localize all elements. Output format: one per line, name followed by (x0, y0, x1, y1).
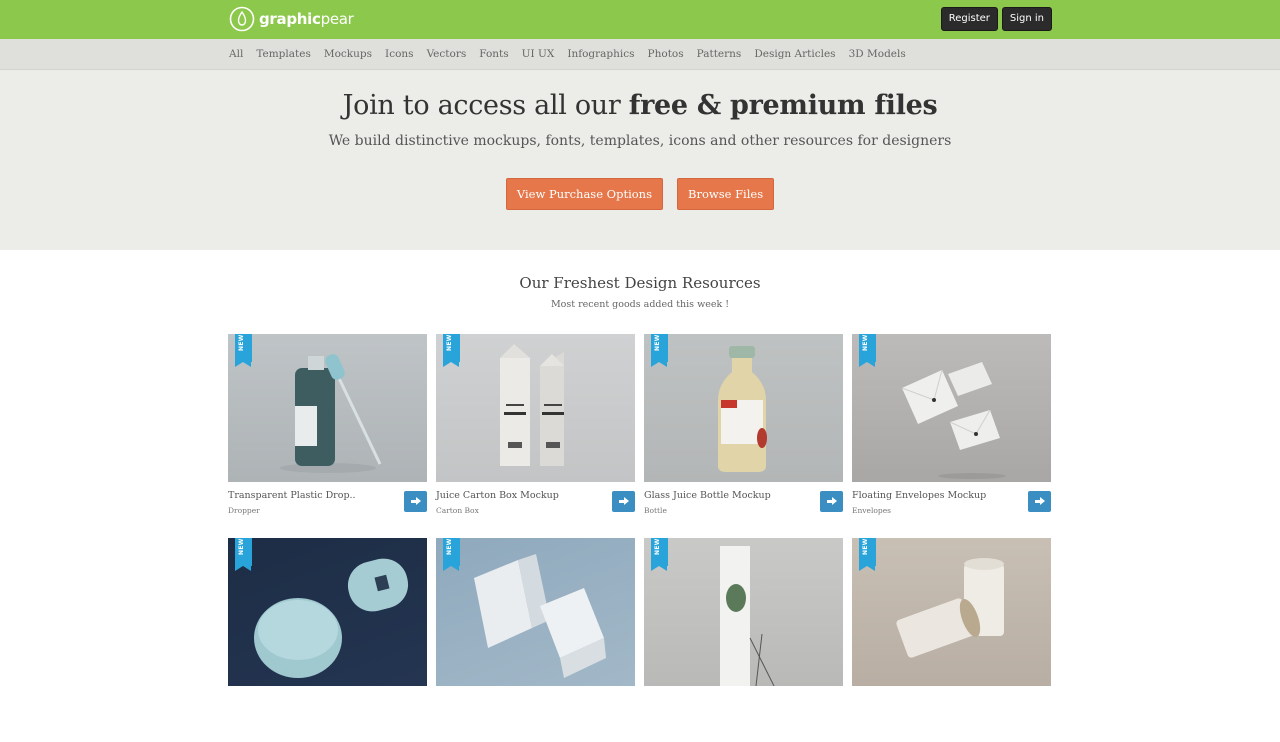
product-card: NEW Glass Juice Bottle Mockup Bottle (644, 334, 843, 538)
pear-logo-icon (229, 6, 255, 32)
new-badge-label: NEW (446, 538, 453, 555)
product-thumbnail[interactable]: NEW (644, 334, 843, 482)
arrow-right-icon[interactable] (1028, 491, 1051, 512)
nav-item-fonts[interactable]: Fonts (479, 48, 508, 60)
hero-title-light: Join to access all our (342, 90, 629, 121)
auth-buttons: Register Sign in (940, 7, 1052, 31)
product-title[interactable]: Glass Juice Bottle Mockup (644, 490, 771, 501)
section-title: Our Freshest Design Resources (519, 274, 761, 292)
brand-name-bold: graphic (259, 10, 321, 28)
product-thumbnail[interactable]: NEW (436, 334, 635, 482)
category-nav: All Templates Mockups Icons Vectors Font… (0, 39, 1280, 70)
product-thumbnail[interactable]: NEW (228, 334, 427, 482)
browse-files-button[interactable]: Browse Files (677, 178, 775, 210)
new-badge-label: NEW (446, 334, 453, 351)
product-category[interactable]: Dropper (228, 506, 260, 515)
product-title[interactable]: Floating Envelopes Mockup (852, 490, 986, 501)
product-card: NEW Transparent Plastic Drop.. Dropper (228, 334, 427, 538)
new-badge-label: NEW (862, 538, 869, 555)
new-badge: NEW (859, 334, 876, 367)
new-badge-label: NEW (862, 334, 869, 351)
arrow-right-icon[interactable] (404, 491, 427, 512)
product-grid: NEW Transparent Plastic Drop.. Dropper N… (228, 334, 1052, 742)
product-title[interactable]: Transparent Plastic Drop.. (228, 490, 356, 501)
logo[interactable]: graphicpear (229, 6, 354, 32)
arrow-right-icon[interactable] (612, 491, 635, 512)
new-badge: NEW (235, 538, 252, 571)
nav-item-mockups[interactable]: Mockups (324, 48, 372, 60)
cosmetic-jars-image (254, 558, 409, 678)
nav-item-vectors[interactable]: Vectors (427, 48, 467, 60)
nav-item-3d-models[interactable]: 3D Models (849, 48, 906, 60)
new-badge: NEW (235, 334, 252, 367)
product-category[interactable]: Envelopes (852, 506, 891, 515)
signin-button[interactable]: Sign in (1001, 7, 1052, 31)
hero-subtitle: We build distinctive mockups, fonts, tem… (328, 133, 952, 149)
hero-banner: Join to access all our free & premium fi… (0, 70, 1280, 250)
new-badge-label: NEW (654, 538, 661, 555)
freshest-section-header: Our Freshest Design Resources Most recen… (0, 274, 1280, 310)
new-badge-label: NEW (238, 334, 245, 351)
hero-title-bold: free & premium files (628, 90, 938, 121)
new-badge: NEW (443, 334, 460, 367)
new-badge: NEW (651, 334, 668, 367)
folding-boxes-image (474, 554, 606, 678)
product-category[interactable]: Bottle (644, 506, 667, 515)
product-thumbnail[interactable]: NEW (644, 538, 843, 686)
product-card: NEW Juice Carton Box Mockup Carton Box (436, 334, 635, 538)
product-card: NEW (852, 538, 1051, 742)
new-badge: NEW (859, 538, 876, 571)
nav-item-patterns[interactable]: Patterns (697, 48, 742, 60)
top-bar: graphicpear Register Sign in (0, 0, 1280, 39)
new-badge: NEW (651, 538, 668, 571)
product-thumbnail[interactable]: NEW (852, 538, 1051, 686)
new-badge-label: NEW (654, 334, 661, 351)
product-thumbnail[interactable]: NEW (852, 334, 1051, 482)
arrow-right-icon[interactable] (820, 491, 843, 512)
register-button[interactable]: Register (940, 7, 998, 31)
envelopes-image (901, 362, 1006, 479)
section-subtitle: Most recent goods added this week ! (550, 299, 730, 310)
product-thumbnail[interactable]: NEW (228, 538, 427, 686)
juice-carton-image (500, 344, 564, 466)
new-badge-label: NEW (238, 538, 245, 555)
nav-item-templates[interactable]: Templates (256, 48, 311, 60)
glass-bottle-image (718, 346, 767, 472)
product-card: NEW (228, 538, 427, 742)
product-card: NEW Floating Envelopes Mockup Envelopes (852, 334, 1051, 538)
product-title[interactable]: Juice Carton Box Mockup (436, 490, 559, 501)
brand-name: graphicpear (259, 10, 354, 28)
product-card: NEW (436, 538, 635, 742)
dropper-bottle-image (280, 354, 382, 473)
nav-item-design-articles[interactable]: Design Articles (754, 48, 835, 60)
hero-title: Join to access all our free & premium fi… (0, 90, 1280, 121)
view-purchase-options-button[interactable]: View Purchase Options (505, 178, 663, 210)
nav-item-ui-ux[interactable]: UI UX (522, 48, 555, 60)
nav-item-icons[interactable]: Icons (385, 48, 414, 60)
hero-buttons: View Purchase Options Browse Files (0, 178, 1280, 210)
new-badge: NEW (443, 538, 460, 571)
nav-item-photos[interactable]: Photos (648, 48, 684, 60)
nav-item-infographics[interactable]: Infographics (567, 48, 634, 60)
paper-tubes-image (896, 558, 1004, 658)
brand-name-light: pear (320, 10, 354, 28)
nav-item-all[interactable]: All (229, 48, 243, 60)
product-category[interactable]: Carton Box (436, 506, 479, 515)
product-card: NEW (644, 538, 843, 742)
banner-stand-image (720, 546, 775, 686)
product-thumbnail[interactable]: NEW (436, 538, 635, 686)
